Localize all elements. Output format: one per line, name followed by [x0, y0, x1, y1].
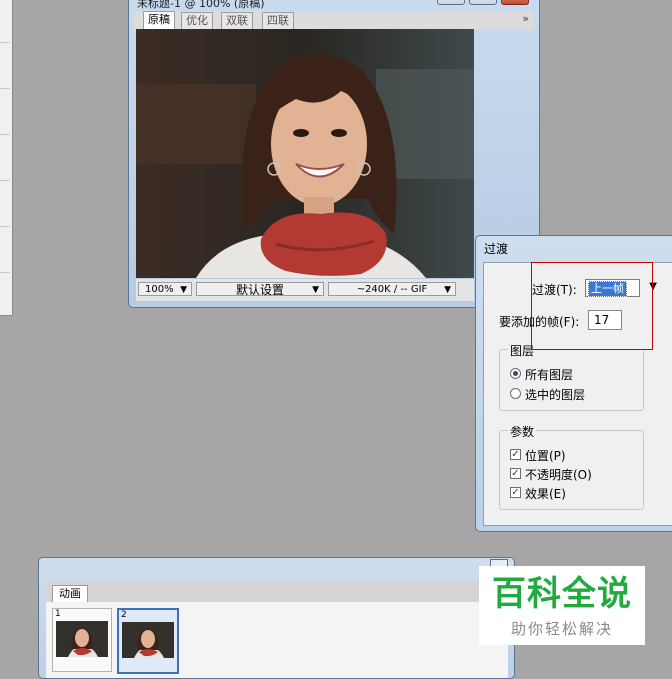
frame-thumbnail: [56, 621, 108, 657]
chevron-down-icon: ▼: [180, 285, 187, 295]
panel-divider: [0, 42, 10, 43]
params-group: 参数 ✓ 位置(P) ✓ 不透明度(O) ✓ 效果(E): [499, 423, 644, 510]
maximize-button[interactable]: [469, 0, 497, 5]
view-tabs: 原稿 优化 双联 四联 »: [133, 11, 533, 29]
thumbnail-portrait: [122, 622, 174, 658]
tab-4up[interactable]: 四联: [262, 12, 294, 29]
panel-divider: [0, 226, 10, 227]
preset-value: 默认设置: [235, 283, 284, 297]
panel-divider: [0, 272, 10, 273]
panel-divider: [0, 88, 10, 89]
portrait-photo: [136, 29, 474, 278]
chevron-down-icon: ▼: [312, 285, 319, 295]
watermark-title: 百科全说: [492, 574, 632, 614]
watermark-logo: 百科全说 助你轻松解决: [479, 566, 645, 645]
frame-number: 2: [121, 610, 127, 620]
animation-frame-1[interactable]: 1: [52, 608, 112, 672]
size-info-value: ~240K / -- GIF: [356, 284, 428, 295]
panel-divider: [0, 134, 10, 135]
zoom-value: 100%: [145, 284, 174, 295]
minimize-button[interactable]: [437, 0, 465, 5]
dialog-title: 过渡: [484, 242, 509, 256]
selected-layers-label: 选中的图层: [525, 388, 586, 402]
photo-canvas[interactable]: [136, 29, 474, 278]
params-group-title: 参数: [508, 423, 537, 440]
panel-divider: [0, 180, 10, 181]
preset-select[interactable]: 默认设置 ▼: [196, 282, 324, 297]
thumbnail-portrait: [56, 621, 108, 657]
opacity-label: 不透明度(O): [525, 468, 592, 482]
animation-tab-row: 动画: [46, 582, 508, 602]
chevron-down-icon: ▼: [444, 285, 451, 295]
tab-animation[interactable]: 动画: [52, 585, 88, 602]
size-info-select[interactable]: ~240K / -- GIF ▼: [328, 282, 456, 296]
layers-group: 图层 所有图层 选中的图层: [499, 342, 644, 411]
zoom-select[interactable]: 100% ▼: [138, 282, 192, 296]
tab-optimized[interactable]: 优化: [181, 12, 213, 29]
image-window-title: 未标题-1 @ 100% (原稿): [137, 0, 265, 10]
left-panel-edge: [0, 0, 13, 316]
annotation-highlight-box: [531, 262, 653, 350]
selected-layers-radio[interactable]: [510, 388, 521, 399]
tab-original[interactable]: 原稿: [143, 11, 175, 29]
image-status-bar: 100% ▼ 默认设置 ▼ ~240K / -- GIF ▼: [136, 279, 474, 301]
frame-number: 1: [55, 609, 61, 619]
animation-frames-area: 1 2: [46, 602, 508, 678]
effects-label: 效果(E): [525, 487, 566, 501]
animation-frame-2[interactable]: 2: [117, 608, 179, 674]
position-checkbox[interactable]: ✓: [510, 449, 521, 460]
position-label: 位置(P): [525, 449, 566, 463]
tab-2up[interactable]: 双联: [221, 12, 253, 29]
close-button[interactable]: [501, 0, 529, 5]
effects-checkbox[interactable]: ✓: [510, 487, 521, 498]
watermark-subtitle: 助你轻松解决: [510, 620, 613, 638]
animation-panel: 动画 1 2: [38, 557, 515, 679]
all-layers-label: 所有图层: [525, 368, 574, 382]
more-tabs-icon[interactable]: »: [522, 12, 529, 25]
opacity-checkbox[interactable]: ✓: [510, 468, 521, 479]
frame-thumbnail: [122, 622, 174, 658]
all-layers-radio[interactable]: [510, 368, 521, 379]
